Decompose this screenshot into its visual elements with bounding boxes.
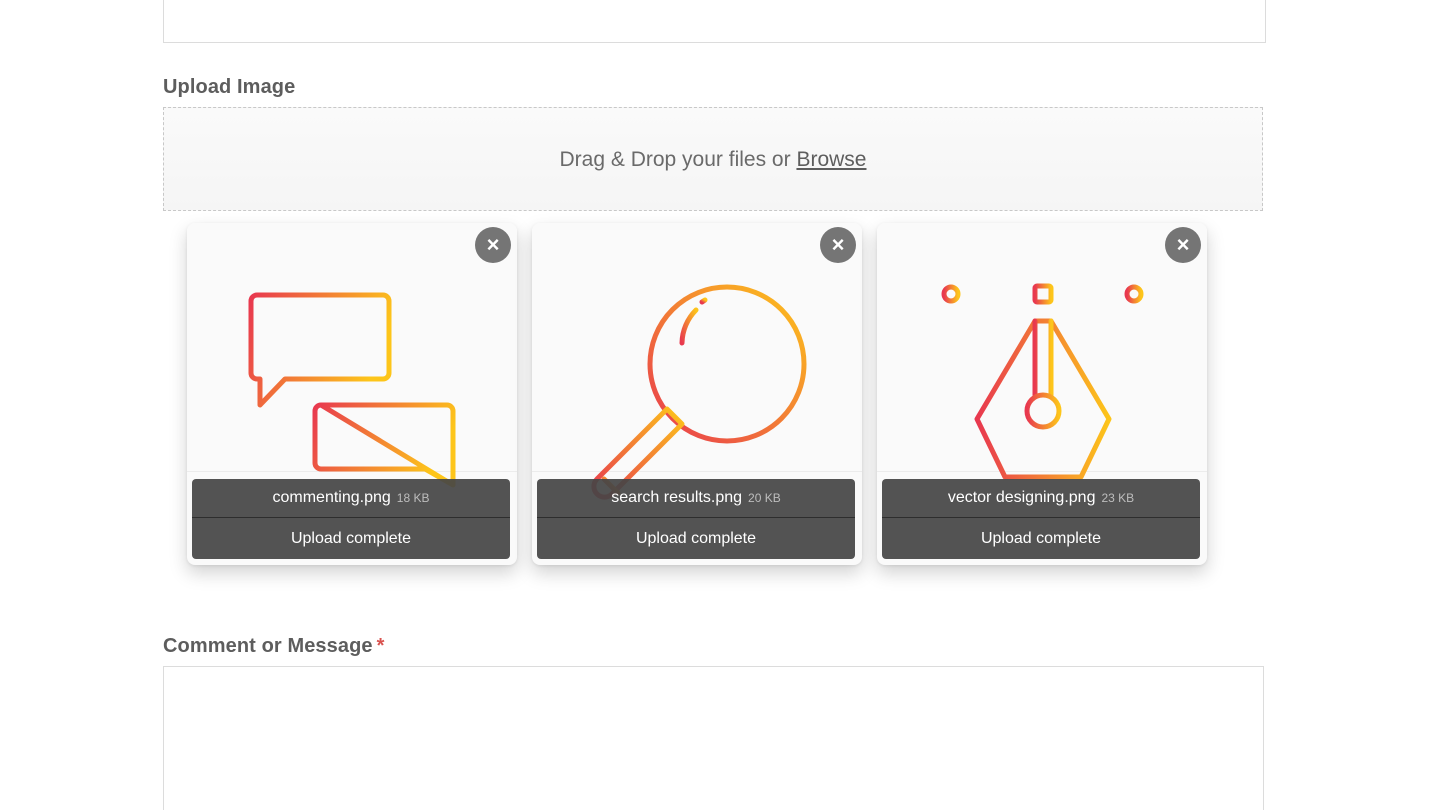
file-details-overlay: vector designing.png 23 KB Upload complet…: [882, 479, 1200, 559]
file-size: 23 KB: [1101, 491, 1135, 505]
comment-label-text: Comment or Message: [163, 635, 373, 657]
page: Upload Image Drag & Drop your files or B…: [0, 0, 1440, 810]
pen-tool-icon: [941, 283, 1144, 498]
file-name-row: vector designing.png 23 KB: [882, 479, 1200, 518]
file-name: search results.png: [611, 489, 743, 506]
upload-status: Upload complete: [635, 530, 757, 547]
comment-label: Comment or Message *: [163, 635, 385, 658]
required-marker: *: [376, 635, 385, 657]
chat-bubbles-icon: [248, 292, 456, 488]
upload-status: Upload complete: [980, 530, 1102, 547]
file-details-overlay: commenting.png 18 KB Upload complete: [192, 479, 510, 559]
comment-textarea[interactable]: [163, 666, 1264, 810]
browse-link[interactable]: Browse: [796, 148, 866, 171]
file-name: commenting.png: [272, 489, 391, 506]
remove-file-button[interactable]: ×: [475, 227, 511, 263]
file-details-overlay: search results.png 20 KB Upload complete: [537, 479, 855, 559]
file-dropzone[interactable]: Drag & Drop your files or Browse: [163, 107, 1263, 211]
file-thumbnail: [532, 223, 862, 500]
previous-text-field[interactable]: [163, 0, 1266, 43]
file-thumbnail: [877, 223, 1207, 498]
file-preview-card: ×: [187, 223, 517, 565]
file-name-row: search results.png 20 KB: [537, 479, 855, 518]
remove-file-button[interactable]: ×: [820, 227, 856, 263]
remove-file-button[interactable]: ×: [1165, 227, 1201, 263]
magnifier-icon: [591, 284, 807, 500]
file-thumbnail: [187, 223, 517, 488]
file-preview-card: ×: [877, 223, 1207, 565]
file-preview-card: ×: [532, 223, 862, 565]
file-name: vector designing.png: [947, 489, 1096, 506]
file-name-row: commenting.png 18 KB: [192, 479, 510, 518]
upload-status: Upload complete: [290, 530, 412, 547]
file-size: 20 KB: [748, 491, 781, 505]
dropzone-prompt: Drag & Drop your files or Browse: [164, 148, 1262, 172]
upload-image-label: Upload Image: [163, 76, 296, 98]
file-size: 18 KB: [396, 491, 430, 505]
dropzone-text: Drag & Drop your files or: [559, 148, 791, 171]
